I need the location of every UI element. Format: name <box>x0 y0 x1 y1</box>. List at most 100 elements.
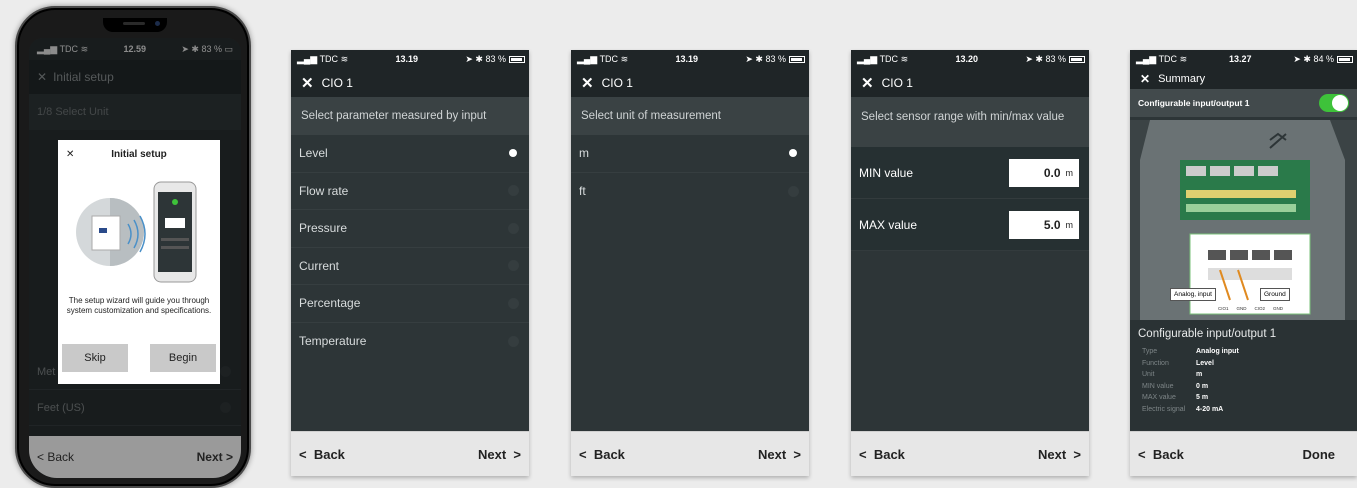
instruction: Select parameter measured by input <box>291 97 529 135</box>
radio-icon[interactable] <box>508 297 519 309</box>
header: ✕ CIO 1 <box>851 68 1089 97</box>
detail-row: MAX value 5 m <box>1142 394 1209 401</box>
back-button[interactable]: < Back <box>859 447 905 462</box>
skip-button[interactable]: Skip <box>62 344 128 372</box>
enable-toggle[interactable] <box>1319 94 1349 112</box>
footer-bar: < Back Next > <box>291 431 529 476</box>
next-button[interactable]: Next > <box>478 447 521 462</box>
option-flow-rate[interactable]: Flow rate <box>291 173 529 210</box>
section-header: Configurable input/output 1 <box>1130 89 1357 117</box>
status-bar: ▂▄▆ TDC ≋ 13.19 ➤ ✱ 83 % <box>571 50 809 68</box>
header: ✕ CIO 1 <box>571 68 809 97</box>
section-title: Configurable input/output 1 <box>1138 98 1250 108</box>
details-title: Configurable input/output 1 <box>1138 328 1277 340</box>
detail-row: Electric signal 4-20 mA <box>1142 405 1224 413</box>
screen-summary: ▂▄▆ TDC ≋ 13.27 ➤ ✱ 84 % ✕ Summary Confi… <box>1130 50 1357 476</box>
min-value-input[interactable]: 0.0 m <box>1009 158 1079 187</box>
footer-bar: < Back Next > <box>571 431 809 476</box>
option-current[interactable]: Current <box>291 248 529 285</box>
phone-frame: ▂▄▆ TDC ≋ 12.59 ➤ ✱ 83 % ▭ ✕ Initial set… <box>15 6 251 488</box>
instruction: Select unit of measurement <box>571 97 809 135</box>
pin-label: GND <box>1236 306 1247 311</box>
close-icon[interactable]: ✕ <box>1140 72 1150 86</box>
screen-parameter: ▂▄▆ TDC ≋ 13.19 ➤ ✱ 83 % ✕ CIO 1 Select … <box>291 50 529 476</box>
radio-selected-icon[interactable] <box>509 149 517 158</box>
status-bar: ▂▄▆ TDC ≋ 13.27 ➤ ✱ 84 % <box>1130 50 1357 68</box>
board-illustration <box>1130 120 1357 320</box>
pin-label: CIO2 <box>1254 306 1266 311</box>
header-title: CIO 1 <box>321 75 353 90</box>
clock: 13.19 <box>675 54 699 64</box>
option-percentage[interactable]: Percentage <box>291 285 529 323</box>
detail-row: Type Analog input <box>1142 348 1239 355</box>
back-button[interactable]: < Back <box>1138 447 1184 462</box>
radio-icon[interactable] <box>508 335 519 347</box>
footer-bar: < Back Next > <box>851 431 1089 476</box>
callout-analog-input: Analog, input <box>1170 288 1216 301</box>
max-value-input[interactable]: 5.0 m <box>1009 210 1079 239</box>
option-m[interactable]: m <box>571 135 809 173</box>
option-ft[interactable]: ft <box>571 173 809 211</box>
pin-labels: CIO1 GND CIO2 GND <box>1218 306 1283 311</box>
option-temperature[interactable]: Temperature <box>291 323 529 361</box>
max-value-label: MAX value <box>859 217 918 232</box>
battery-indicator: ➤ ✱ 83 % <box>745 54 805 65</box>
clock: 13.27 <box>1228 54 1252 64</box>
device-board: Analog, input Ground CIO1 GND CIO2 GND <box>1130 120 1357 350</box>
setup-dialog: ✕ Initial setup The setup wizard will gu… <box>58 140 220 384</box>
close-icon[interactable]: ✕ <box>581 74 594 92</box>
radio-selected-icon[interactable] <box>789 149 797 158</box>
detail-row: MIN value 0 m <box>1142 382 1209 390</box>
screen-unit: ▂▄▆ TDC ≋ 13.19 ➤ ✱ 83 % ✕ CIO 1 Select … <box>571 50 809 476</box>
setup-illustration <box>76 181 197 283</box>
detail-row: Unit m <box>1142 371 1203 378</box>
next-button[interactable]: Next > <box>1038 447 1081 462</box>
radio-icon[interactable] <box>508 222 519 234</box>
close-icon[interactable]: ✕ <box>861 74 874 92</box>
divider <box>851 137 1089 147</box>
screen-range: ▂▄▆ TDC ≋ 13.20 ➤ ✱ 83 % ✕ CIO 1 Select … <box>851 50 1089 476</box>
status-bar: ▂▄▆ TDC ≋ 13.20 ➤ ✱ 83 % <box>851 50 1089 68</box>
footer-bar: < Back Next > <box>29 436 241 478</box>
header: ✕ CIO 1 <box>291 68 529 97</box>
clock: 13.20 <box>955 54 979 64</box>
header-title: CIO 1 <box>601 75 633 90</box>
header-title: CIO 1 <box>881 75 913 90</box>
back-button[interactable]: < Back <box>299 447 345 462</box>
pin-label: GND <box>1273 306 1284 311</box>
footer-bar: < Back Done <box>1130 431 1357 476</box>
min-value-label: MIN value <box>859 165 914 180</box>
max-value-row: MAX value 5.0 m <box>851 199 1089 251</box>
radio-icon[interactable] <box>508 185 519 197</box>
detail-row: Function Level <box>1142 359 1214 367</box>
status-bar: ▂▄▆ TDC ≋ 13.19 ➤ ✱ 83 % <box>291 50 529 68</box>
begin-button[interactable]: Begin <box>150 344 216 372</box>
phone-speaker <box>123 22 145 25</box>
battery-indicator: ➤ ✱ 83 % <box>465 54 525 65</box>
dialog-header: ✕ Initial setup <box>58 140 220 168</box>
carrier-label: TDC <box>879 53 899 64</box>
battery-indicator: ➤ ✱ 84 % <box>1293 54 1353 65</box>
phone-camera <box>155 21 160 26</box>
carrier-label: TDC <box>599 53 619 64</box>
header: ✕ Summary <box>1130 68 1357 89</box>
details-list: Type Analog input Function Level Unit m MIN… <box>1130 346 1357 415</box>
back-button[interactable]: < Back <box>579 447 625 462</box>
radio-icon[interactable] <box>508 260 519 272</box>
min-value-row: MIN value 0.0 m <box>851 147 1089 199</box>
dialog-message: The setup wizard will guide you through … <box>66 296 212 315</box>
header-title: Summary <box>1158 72 1206 85</box>
battery-indicator: ➤ ✱ 83 % <box>1025 54 1085 65</box>
close-icon[interactable]: ✕ <box>66 149 74 160</box>
close-icon[interactable]: ✕ <box>301 74 314 92</box>
back-button[interactable]: < Back <box>37 450 74 464</box>
carrier-label: TDC <box>319 53 339 64</box>
dialog-title: Initial setup <box>111 148 167 160</box>
option-level[interactable]: Level <box>291 135 529 173</box>
done-button[interactable]: Done <box>1303 447 1336 462</box>
radio-icon[interactable] <box>788 185 799 197</box>
next-button[interactable]: Next > <box>758 447 801 462</box>
next-button[interactable]: Next > <box>197 450 233 464</box>
details-panel[interactable]: Configurable input/output 1 Type Analog i… <box>1130 320 1357 430</box>
option-pressure[interactable]: Pressure <box>291 210 529 248</box>
